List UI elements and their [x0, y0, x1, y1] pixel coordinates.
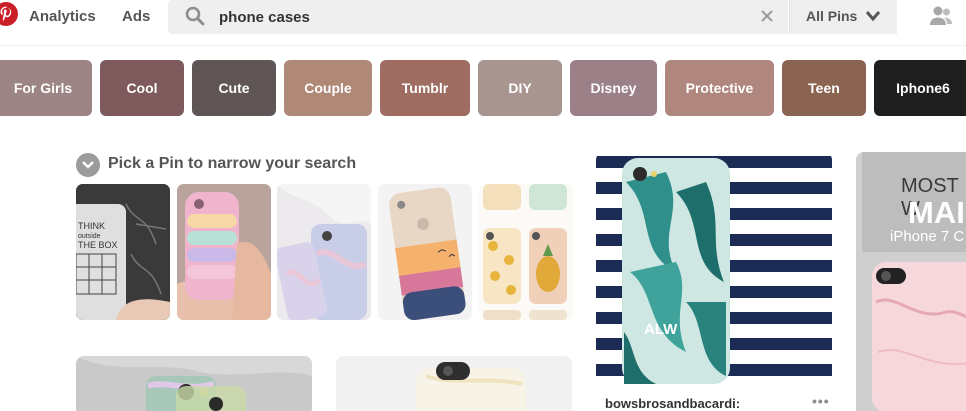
- thumb-text: outside: [78, 233, 101, 240]
- pin-initials: ALW: [644, 321, 678, 338]
- top-bar: Analytics Ads All Pins: [0, 0, 966, 46]
- guide-chip-label: DIY: [508, 80, 532, 96]
- guide-chip-label: Cool: [126, 80, 158, 96]
- chevron-down-icon: [865, 9, 881, 27]
- thumb-text: THINK: [78, 221, 105, 231]
- guide-chip-label: Teen: [808, 80, 840, 96]
- guide-chip-cool[interactable]: Cool: [100, 60, 184, 116]
- pinterest-logo-icon[interactable]: [0, 2, 18, 26]
- guide-chip-protective[interactable]: Protective: [665, 60, 774, 116]
- pin-owner-name[interactable]: bowsbrosandbacardi:: [605, 396, 740, 411]
- pick-pin-thumbnail[interactable]: [177, 184, 271, 320]
- guide-chip-label: Couple: [304, 80, 352, 96]
- clear-search-icon[interactable]: [760, 9, 774, 28]
- more-options-icon[interactable]: •••: [812, 393, 830, 409]
- search-scope-label: All Pins: [806, 8, 858, 24]
- nav-ads-link[interactable]: Ads: [122, 8, 150, 25]
- people-icon[interactable]: [929, 5, 953, 32]
- search-icon[interactable]: [185, 6, 205, 31]
- pin-image[interactable]: [76, 356, 312, 411]
- promo-text: MAI: [908, 195, 965, 230]
- pick-pin-thumbnail[interactable]: [277, 184, 371, 320]
- guide-chip-label: Iphone6: [896, 80, 950, 96]
- thumb-text: THE BOX: [78, 240, 118, 250]
- guide-chip-cute[interactable]: Cute: [192, 60, 276, 116]
- guide-chip-couple[interactable]: Couple: [284, 60, 372, 116]
- pin-image[interactable]: ALW: [596, 152, 832, 388]
- guide-chip-label: Tumblr: [401, 80, 449, 96]
- guide-chip-label: Disney: [590, 80, 637, 96]
- guide-chip-label: Cute: [218, 80, 250, 96]
- guide-chip-label: Protective: [685, 80, 754, 96]
- pick-pin-thumbnail[interactable]: THINK outside THE BOX: [76, 184, 170, 320]
- guide-chip-iphone6[interactable]: Iphone6: [874, 60, 966, 116]
- nav-analytics-link[interactable]: Analytics: [29, 8, 96, 25]
- search-scope-dropdown[interactable]: All Pins: [789, 0, 897, 34]
- pin-image[interactable]: [336, 356, 572, 411]
- pick-pin-thumbnail[interactable]: [479, 184, 573, 320]
- guide-chip-for-girls[interactable]: For Girls: [0, 60, 92, 116]
- collapse-chevron-icon[interactable]: [76, 153, 100, 177]
- search-bar: [168, 0, 788, 34]
- guide-chip-label: For Girls: [13, 80, 73, 96]
- guide-chip-disney[interactable]: Disney: [570, 60, 657, 116]
- guide-chip-teen[interactable]: Teen: [782, 60, 866, 116]
- guide-chip-diy[interactable]: DIY: [478, 60, 562, 116]
- pick-pin-title: Pick a Pin to narrow your search: [108, 155, 357, 172]
- guide-chip-tumblr[interactable]: Tumblr: [380, 60, 470, 116]
- search-input[interactable]: [219, 0, 739, 34]
- pick-pin-thumbnail[interactable]: [378, 184, 472, 320]
- promo-text: iPhone 7 C: [890, 228, 965, 245]
